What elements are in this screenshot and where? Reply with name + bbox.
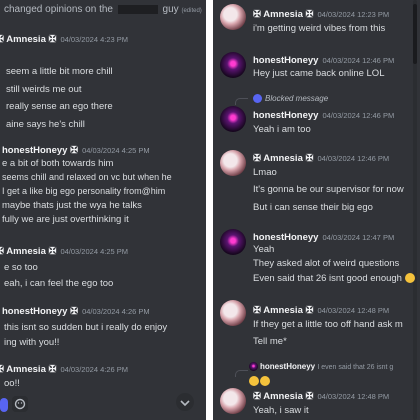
message-header: ✠ Amnesia ✠ 04/03/2024 4:23 PM — [0, 34, 129, 45]
username[interactable]: ✠ Amnesia ✠ — [253, 305, 313, 316]
avatar[interactable] — [220, 150, 246, 176]
avatar[interactable] — [220, 300, 246, 326]
arrow-down-icon — [180, 400, 190, 407]
message-header: ✠ Amnesia ✠ 04/03/2024 12:48 PM — [253, 391, 389, 402]
timestamp: 04/03/2024 12:46 PM — [317, 154, 390, 163]
scrollbar-thumb[interactable] — [413, 4, 417, 64]
message-line: Tell me* — [253, 336, 287, 347]
reaction-pill[interactable] — [0, 398, 8, 412]
crying-emoji-icon — [249, 376, 259, 387]
timestamp: 04/03/2024 4:26 PM — [60, 365, 129, 374]
message-line: i'm getting weird vibes from this — [253, 23, 386, 34]
emoji-icon — [14, 398, 26, 410]
message-line: Lmao — [253, 167, 277, 178]
reply-avatar — [249, 362, 258, 372]
message-line: really sense an ego there — [6, 101, 113, 112]
blocked-message-reference[interactable]: Blocked message — [253, 94, 329, 104]
timestamp: 04/03/2024 4:26 PM — [82, 307, 150, 316]
message-header: ✠ Amnesia ✠ 04/03/2024 12:46 PM — [253, 153, 389, 164]
message-line-with-emoji: Even said that 26 isnt good enough — [253, 273, 415, 284]
crying-emoji-icon — [260, 376, 270, 387]
message-header: honestHoneyy 04/03/2024 12:46 PM — [253, 110, 394, 121]
timestamp: 04/03/2024 12:46 PM — [322, 56, 395, 65]
timestamp: 04/03/2024 12:23 PM — [317, 10, 390, 19]
username[interactable]: ✠ Amnesia ✠ — [253, 153, 313, 164]
message-line: fully we are just overthinking it — [2, 214, 129, 225]
message-line: Yeah, i saw it — [253, 405, 309, 416]
message-line: They asked alot of weird questions — [253, 258, 400, 269]
left-chat-panel: changed opinions on the guy (edited) ✠ A… — [0, 0, 206, 420]
message-header: ✠ Amnesia ✠ 04/03/2024 4:26 PM — [0, 364, 129, 375]
grimacing-emoji-icon — [404, 273, 415, 284]
username[interactable]: ✠ Amnesia ✠ — [0, 34, 56, 45]
username[interactable]: honestHoneyy — [253, 55, 318, 66]
avatar[interactable] — [220, 4, 246, 30]
message-line: Yeah i am too — [253, 124, 311, 135]
timestamp: 04/03/2024 12:46 PM — [322, 111, 395, 120]
message-header: honestHoneyy ✠ 04/03/2024 4:26 PM — [2, 306, 150, 317]
username[interactable]: honestHoneyy ✠ — [2, 145, 78, 156]
avatar[interactable] — [220, 106, 246, 132]
message-line: oo!! — [4, 378, 20, 389]
message-line: aine says he's chill — [6, 119, 85, 130]
username[interactable]: ✠ Amnesia ✠ — [253, 391, 313, 402]
reply-reference[interactable]: honestHoneyy I even said that 26 isnt g — [249, 362, 394, 372]
reply-username: honestHoneyy — [260, 362, 316, 371]
reply-emoji-line — [249, 376, 270, 387]
message-header: honestHoneyy ✠ 04/03/2024 4:25 PM — [2, 145, 150, 156]
message-line: If they get a little too off hand ask m — [253, 319, 403, 330]
reply-text: I even said that 26 isnt g — [317, 364, 394, 371]
top-message-snippet: changed opinions on the guy (edited) — [4, 4, 202, 15]
message-line: e so too — [4, 262, 38, 273]
timestamp: 04/03/2024 12:48 PM — [317, 392, 390, 401]
message-line: Hey just came back online LOL — [253, 68, 385, 79]
timestamp: 04/03/2024 12:48 PM — [317, 306, 390, 315]
message-line: It's gonna be our supervisor for now — [253, 184, 404, 195]
message-line: ing with you!! — [4, 337, 60, 348]
message-line: Yeah — [253, 244, 275, 255]
scroll-to-bottom-button[interactable] — [176, 393, 194, 411]
timestamp: 04/03/2024 4:25 PM — [60, 247, 129, 256]
redacted-name — [117, 4, 158, 14]
message-line: I get a like big ego personality from@hi… — [2, 186, 166, 196]
message-header: honestHoneyy 04/03/2024 12:46 PM — [253, 55, 394, 66]
panel-divider — [206, 0, 213, 420]
timestamp: 04/03/2024 4:23 PM — [60, 35, 129, 44]
snippet-text-before: changed opinions on the — [4, 4, 113, 15]
message-line: still weirds me out — [6, 84, 82, 95]
message-line: this isnt so sudden but i really do enjo… — [4, 322, 168, 333]
message-line: seems chill and relaxed on vc but when h… — [2, 172, 172, 182]
message-header: honestHoneyy 04/03/2024 12:47 PM — [253, 232, 394, 243]
avatar[interactable] — [220, 388, 246, 414]
avatar[interactable] — [220, 52, 246, 78]
timestamp: 04/03/2024 12:47 PM — [322, 233, 395, 242]
message-header: ✠ Amnesia ✠ 04/03/2024 4:25 PM — [0, 246, 129, 257]
message-line: eah, i can feel the ego too — [4, 278, 114, 289]
username[interactable]: honestHoneyy — [253, 110, 318, 121]
timestamp: 04/03/2024 4:25 PM — [82, 146, 150, 155]
username[interactable]: ✠ Amnesia ✠ — [0, 364, 56, 375]
username[interactable]: ✠ Amnesia ✠ — [0, 246, 56, 257]
add-reaction-button[interactable] — [12, 396, 28, 412]
blocked-message-label: Blocked message — [265, 94, 329, 103]
message-line: But i can sense their big ego — [253, 202, 373, 213]
reply-spine — [235, 370, 248, 377]
message-line: maybe thats just the wya he talks — [2, 200, 142, 211]
message-line: seem a little bit more chill — [6, 66, 113, 77]
edited-label: (edited) — [181, 8, 202, 14]
username[interactable]: honestHoneyy — [253, 232, 318, 243]
avatar[interactable] — [220, 229, 246, 255]
username[interactable]: ✠ Amnesia ✠ — [253, 9, 313, 20]
snippet-text-after: guy — [162, 4, 179, 15]
message-header: ✠ Amnesia ✠ 04/03/2024 12:48 PM — [253, 305, 389, 316]
message-header: ✠ Amnesia ✠ 04/03/2024 12:23 PM — [253, 9, 389, 20]
discord-logo-icon — [253, 94, 262, 104]
right-chat-panel: ✠ Amnesia ✠ 04/03/2024 12:23 PM i'm getti… — [213, 0, 420, 420]
message-line: e a bit of both towards him — [2, 158, 114, 169]
username[interactable]: honestHoneyy ✠ — [2, 306, 78, 317]
message-text: Even said that 26 isnt good enough — [253, 273, 402, 284]
reply-spine — [235, 98, 248, 105]
